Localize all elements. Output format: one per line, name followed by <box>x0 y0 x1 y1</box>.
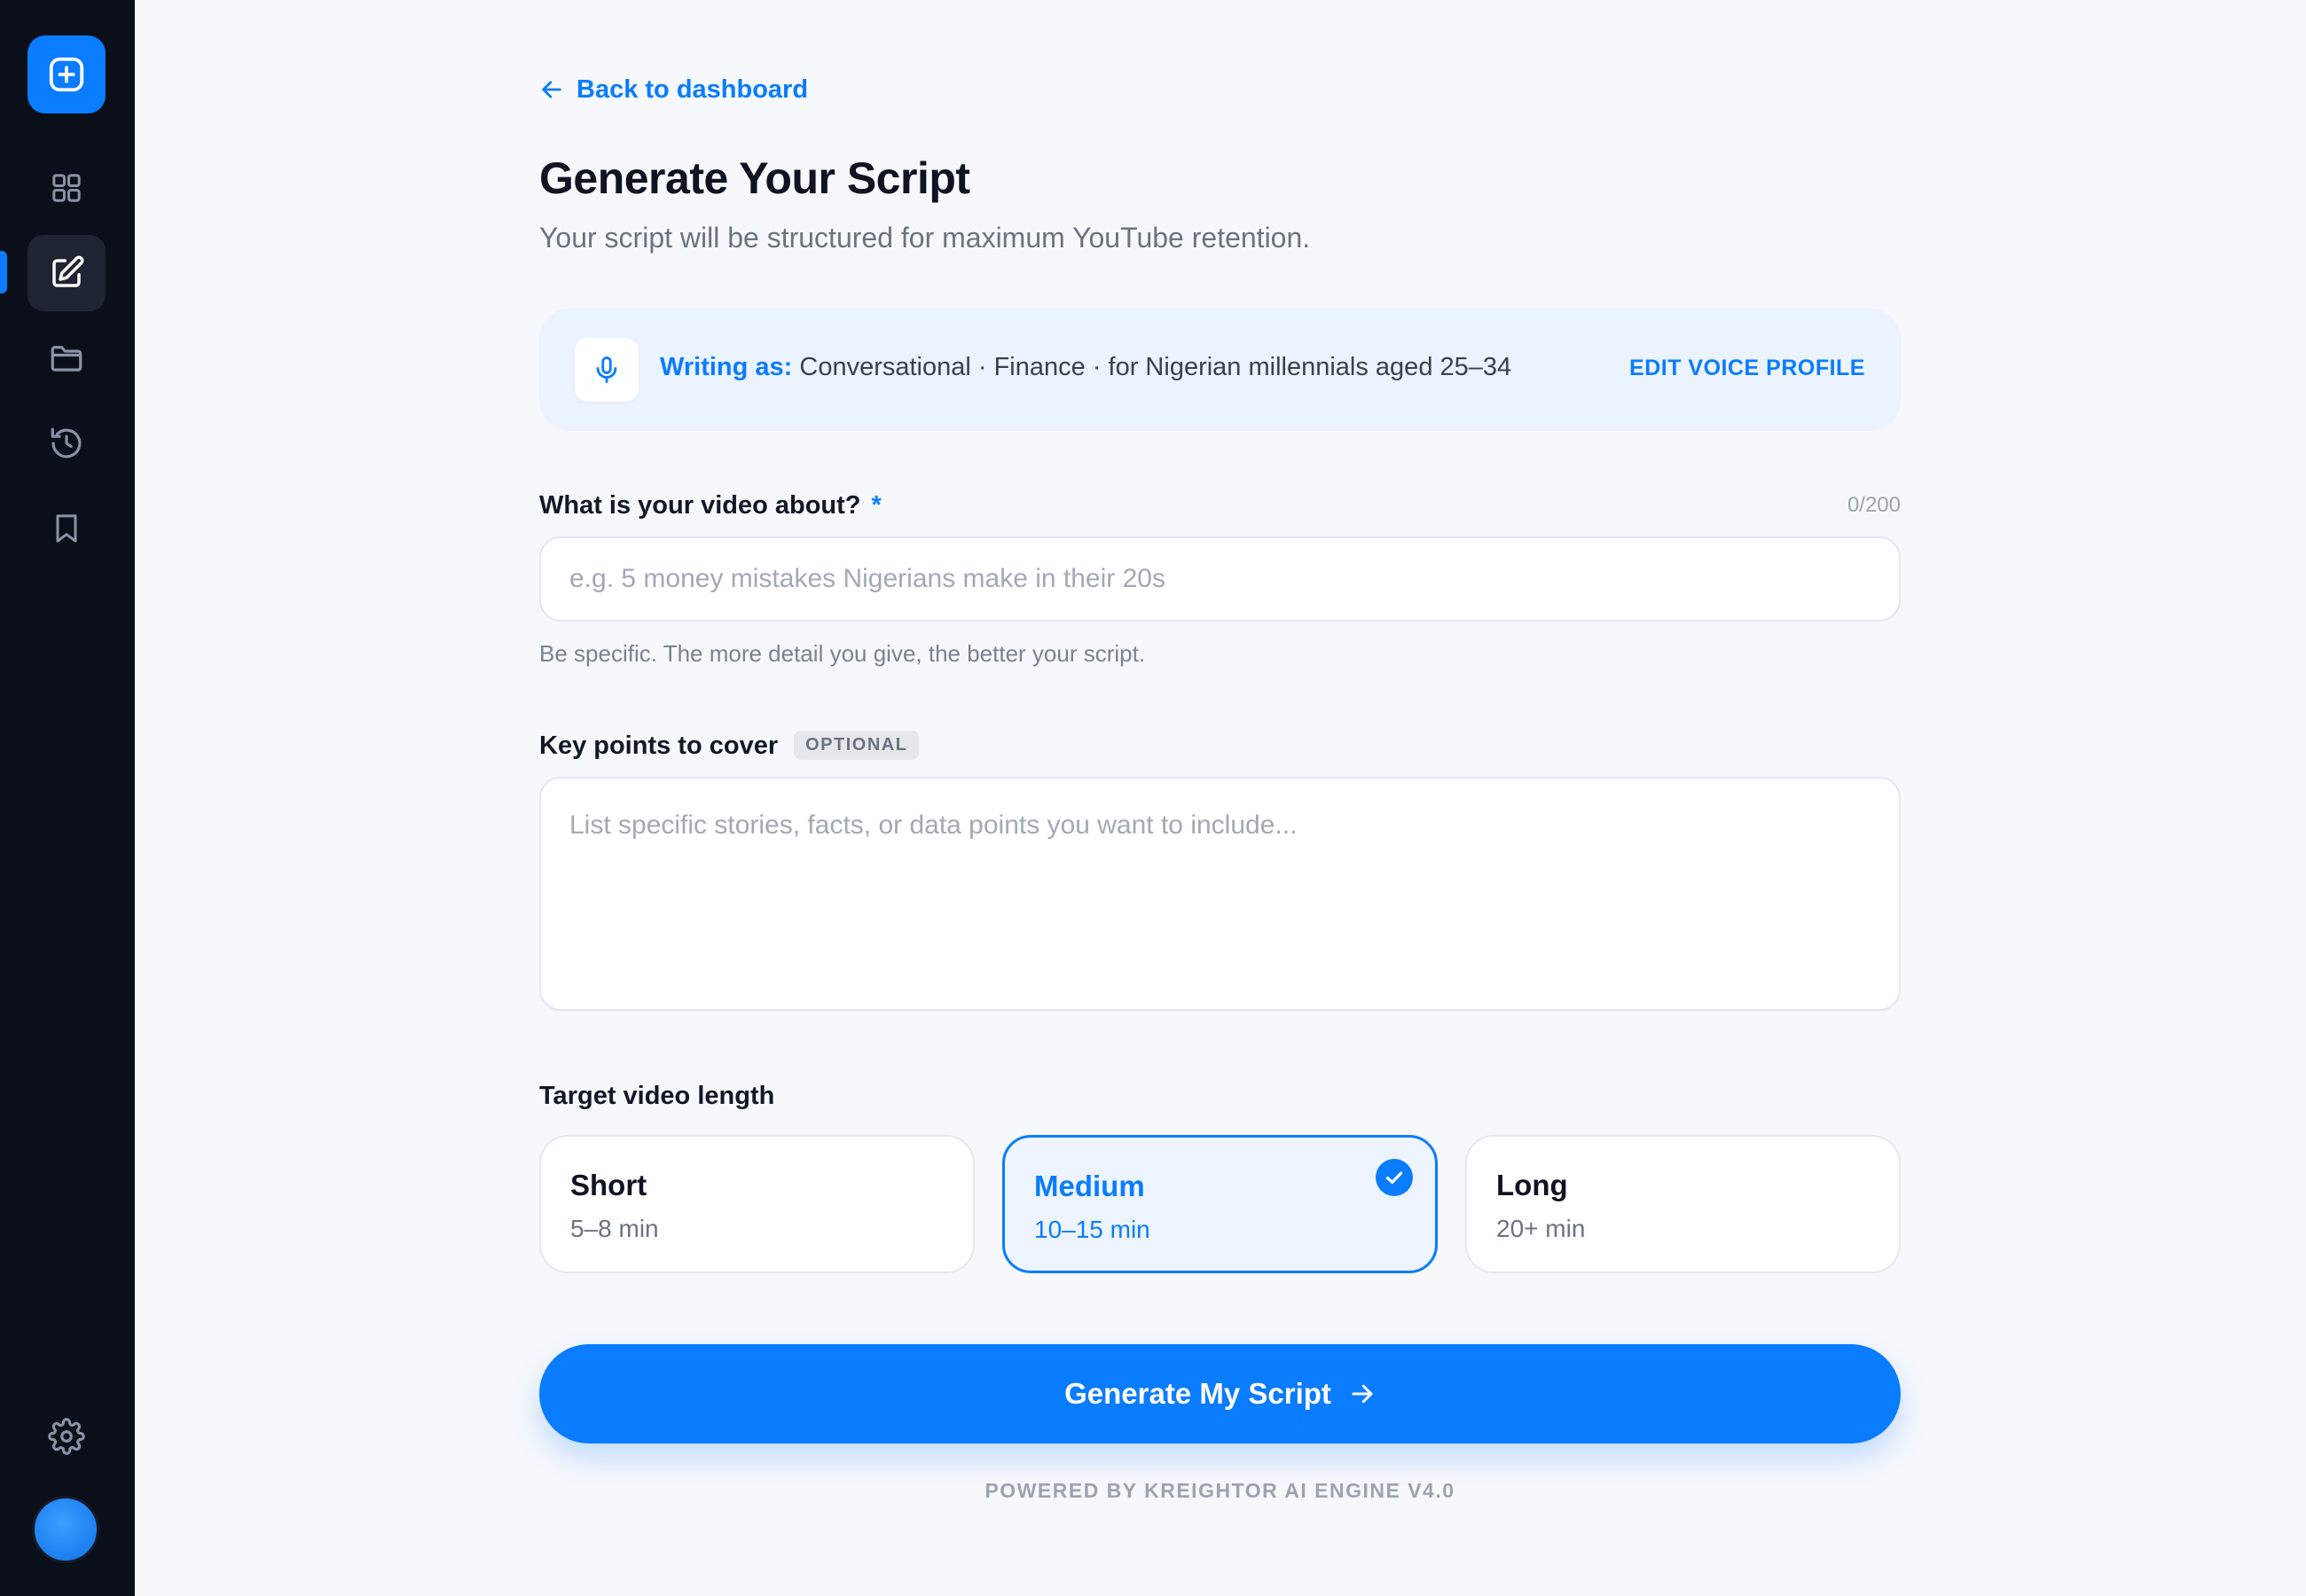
topic-input-box <box>539 536 1901 622</box>
voice-profile-summary: Writing as: Conversational · Finance · f… <box>660 353 1511 382</box>
length-option-long[interactable]: Long 20+ min <box>1465 1135 1901 1273</box>
voice-profile-lead: Writing as: <box>660 353 793 381</box>
avatar[interactable] <box>32 1496 99 1563</box>
voice-profile-card: Writing as: Conversational · Finance · f… <box>539 309 1901 431</box>
back-link-label: Back to dashboard <box>576 74 809 104</box>
new-script-logo-button[interactable] <box>27 35 106 113</box>
topic-label-text: What is your video about? <box>539 491 861 520</box>
length-option-medium[interactable]: Medium 10–15 min <box>1002 1135 1438 1273</box>
active-nav-indicator <box>0 251 7 293</box>
generate-button-label: Generate My Script <box>1064 1377 1331 1410</box>
optional-badge: OPTIONAL <box>794 731 920 760</box>
grid-icon <box>52 174 81 202</box>
length-option-name: Long <box>1496 1169 1568 1201</box>
microphone-icon <box>596 356 617 383</box>
arrow-right-icon <box>1352 1384 1373 1404</box>
topic-input[interactable] <box>569 564 1871 594</box>
key-points-box <box>539 777 1901 1011</box>
sidebar-item-history[interactable] <box>27 405 106 481</box>
length-option-name: Medium <box>1034 1170 1145 1202</box>
generate-script-button[interactable]: Generate My Script <box>539 1344 1901 1443</box>
key-points-label: Key points to cover OPTIONAL <box>539 731 920 761</box>
history-icon <box>51 427 82 458</box>
length-option-short[interactable]: Short 5–8 min <box>539 1135 975 1273</box>
powered-by-footer: POWERED BY KREIGHTOR AI ENGINE V4.0 <box>984 1479 1455 1502</box>
length-option-range: 5–8 min <box>570 1215 659 1242</box>
required-asterisk: * <box>871 491 882 520</box>
voice-profile-description: Conversational · Finance · for Nigerian … <box>799 353 1512 381</box>
arrow-left-icon <box>542 81 561 98</box>
length-option-name: Short <box>570 1169 647 1201</box>
sidebar-item-new-script[interactable] <box>27 235 106 311</box>
folder-icon <box>51 346 82 372</box>
video-length-label: Target video length <box>539 1082 775 1110</box>
key-points-textarea[interactable] <box>569 810 1871 977</box>
back-to-dashboard-link[interactable]: Back to dashboard <box>539 71 808 108</box>
page-title: Generate Your Script <box>539 153 970 203</box>
length-option-range: 10–15 min <box>1034 1216 1150 1243</box>
sidebar-item-projects[interactable] <box>27 320 106 396</box>
edit-icon <box>52 255 84 287</box>
edit-voice-profile-link[interactable]: EDIT VOICE PROFILE <box>1629 356 1865 381</box>
sidebar-item-saved[interactable] <box>27 490 106 567</box>
page-subtitle: Your script will be structured for maxim… <box>539 222 1311 254</box>
sidebar-item-dashboard[interactable] <box>27 150 106 226</box>
topic-helper-text: Be specific. The more detail you give, t… <box>539 640 1146 667</box>
character-counter: 0/200 <box>1847 493 1901 517</box>
key-points-label-text: Key points to cover <box>539 732 779 760</box>
plus-square-icon <box>49 57 84 92</box>
selected-check-icon <box>1376 1159 1413 1196</box>
length-option-range: 20+ min <box>1496 1215 1586 1242</box>
sidebar <box>0 0 135 1596</box>
sidebar-item-settings[interactable] <box>27 1398 106 1475</box>
gear-icon <box>48 1418 85 1455</box>
topic-field-label: What is your video about? * <box>539 491 882 520</box>
voice-mic-badge <box>575 338 639 402</box>
bookmark-icon <box>56 514 77 543</box>
